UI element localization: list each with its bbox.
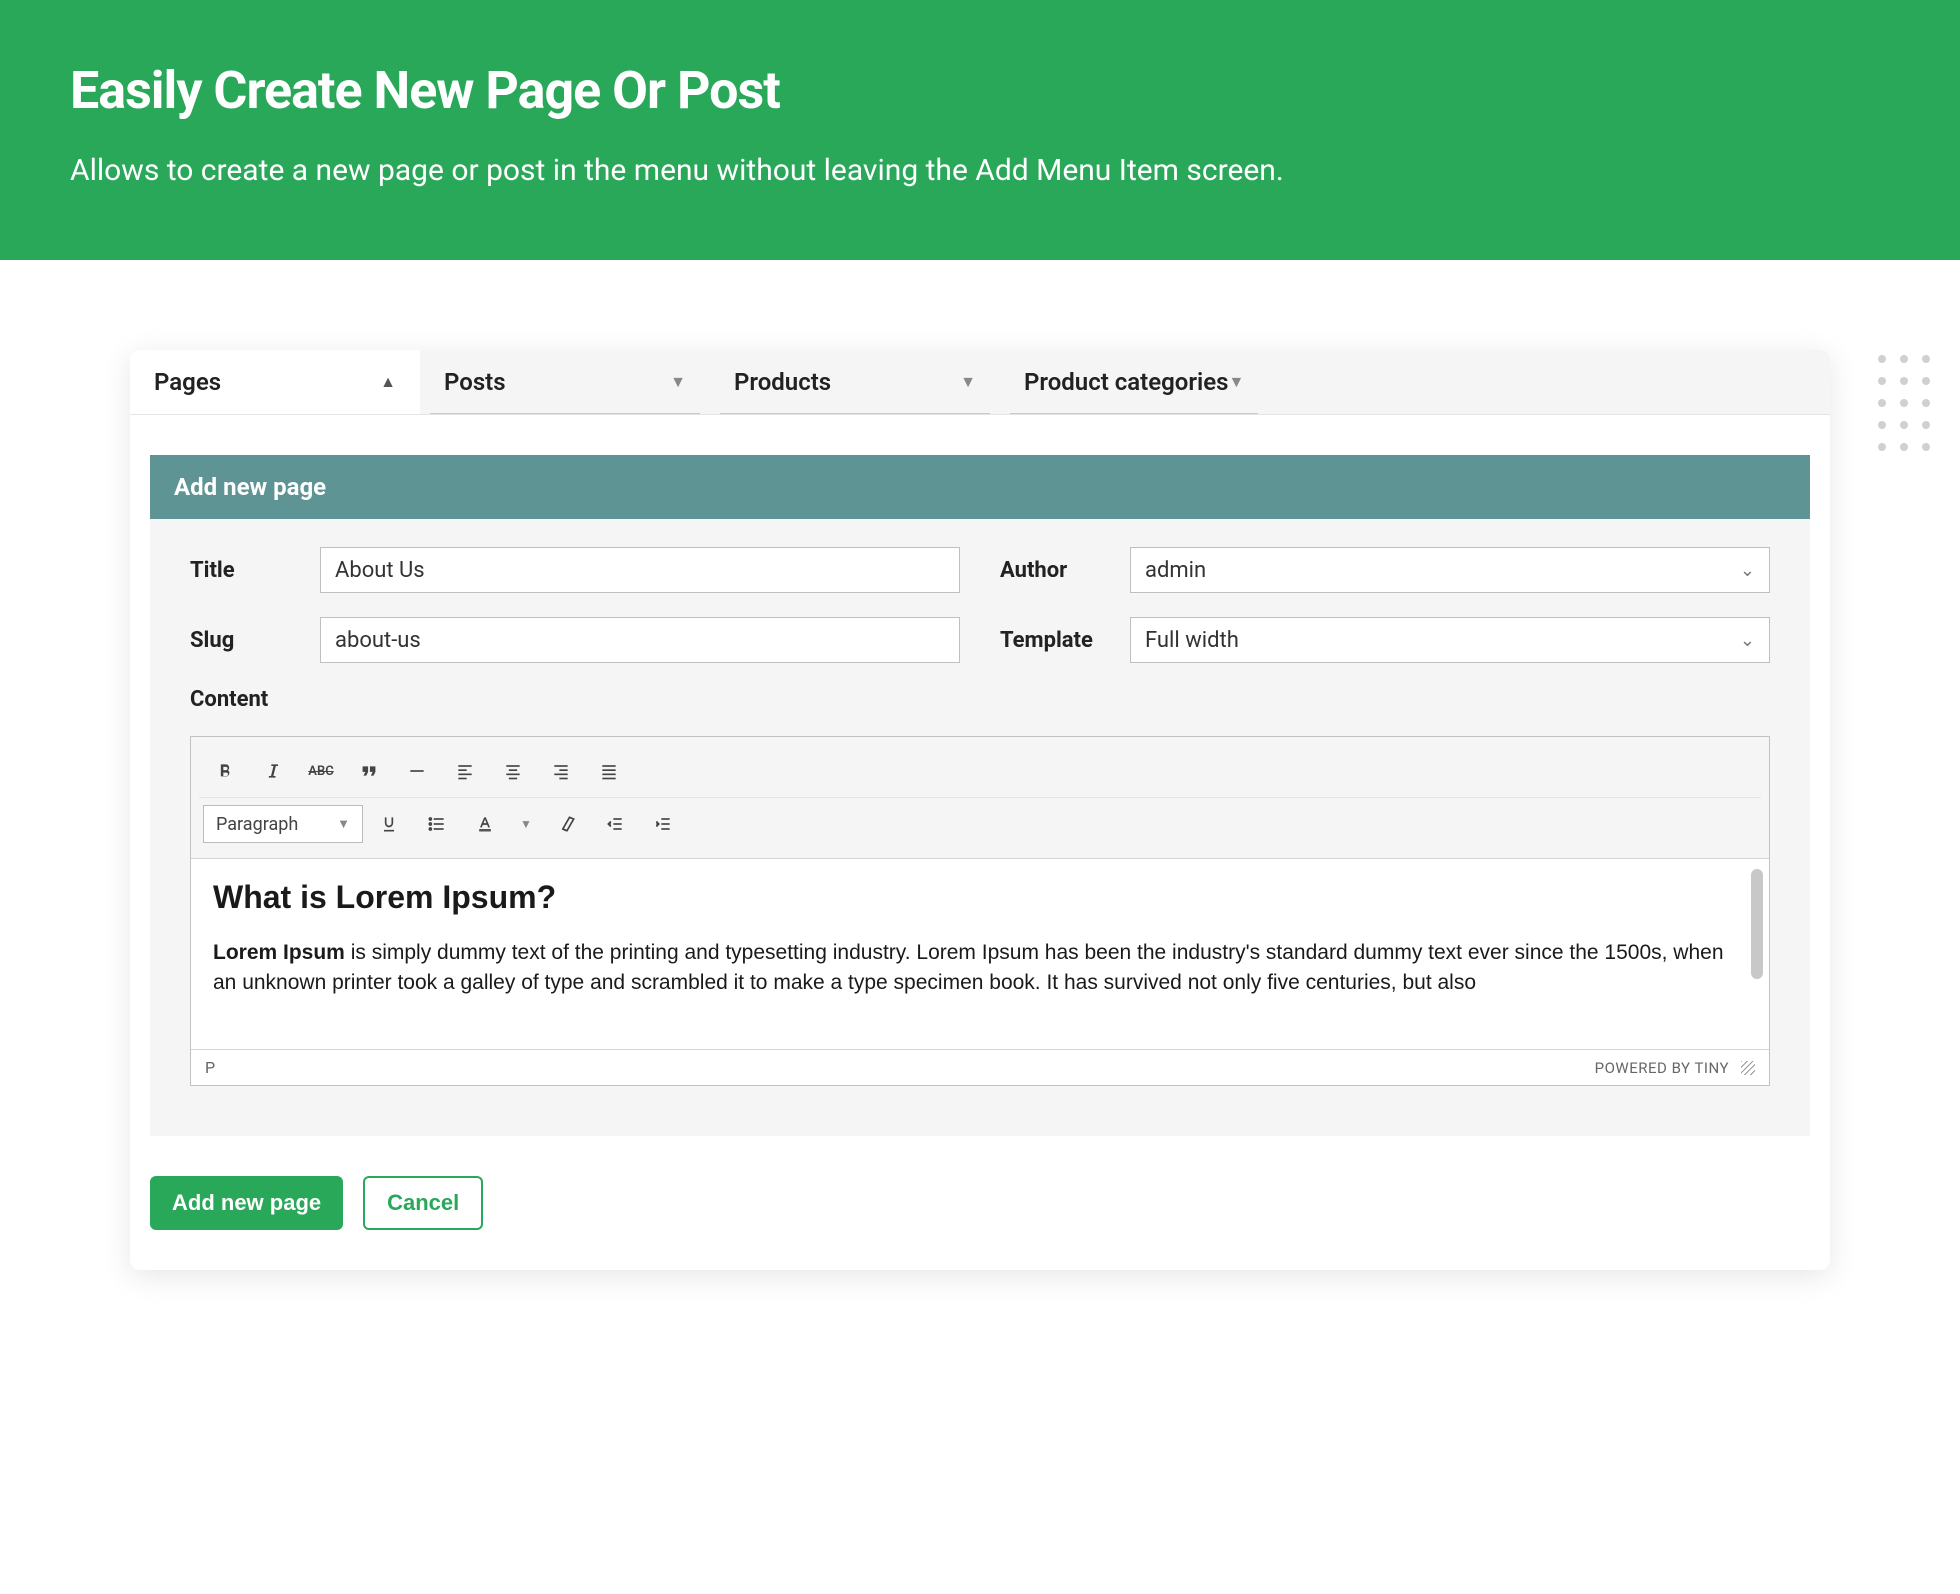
author-label: Author bbox=[1000, 558, 1130, 583]
content-type-tabs: Pages ▲ Posts ▼ Products ▼ Product categ… bbox=[130, 350, 1830, 415]
clear-formatting-button[interactable] bbox=[545, 804, 589, 844]
author-selected: admin bbox=[1145, 558, 1206, 583]
chevron-down-icon: ⌄ bbox=[1740, 560, 1755, 581]
content-paragraph: Lorem Ipsum is simply dummy text of the … bbox=[213, 938, 1747, 999]
hero-title: Easily Create New Page Or Post bbox=[70, 60, 1890, 121]
chevron-down-icon: ⌄ bbox=[1740, 630, 1755, 651]
block-format-select[interactable]: Paragraph ▼ bbox=[203, 805, 363, 843]
title-input[interactable] bbox=[320, 547, 960, 593]
caret-down-icon: ▼ bbox=[960, 372, 976, 392]
tab-products[interactable]: Products ▼ bbox=[710, 350, 1000, 414]
editor-path: P bbox=[205, 1058, 215, 1077]
template-selected: Full width bbox=[1145, 628, 1239, 653]
slug-input[interactable] bbox=[320, 617, 960, 663]
tab-label: Pages bbox=[154, 368, 221, 396]
text-color-dropdown[interactable]: ▼ bbox=[511, 804, 541, 844]
slug-label: Slug bbox=[190, 628, 320, 653]
tab-product-categories[interactable]: Product categories ▼ bbox=[1000, 350, 1268, 414]
bold-button[interactable] bbox=[203, 751, 247, 791]
caret-up-icon: ▲ bbox=[380, 372, 396, 392]
italic-button[interactable] bbox=[251, 751, 295, 791]
tab-pages[interactable]: Pages ▲ bbox=[130, 350, 420, 414]
template-select[interactable]: Full width ⌄ bbox=[1130, 617, 1770, 663]
template-label: Template bbox=[1000, 628, 1130, 653]
caret-down-icon: ▼ bbox=[337, 816, 350, 832]
wysiwyg-editor: ABC Paragraph ▼ bbox=[190, 736, 1770, 1086]
align-center-button[interactable] bbox=[491, 751, 535, 791]
align-right-button[interactable] bbox=[539, 751, 583, 791]
blockquote-button[interactable] bbox=[347, 751, 391, 791]
strikethrough-button[interactable]: ABC bbox=[299, 751, 343, 791]
block-format-value: Paragraph bbox=[216, 814, 298, 835]
author-select[interactable]: admin ⌄ bbox=[1130, 547, 1770, 593]
content-label: Content bbox=[190, 687, 1770, 712]
indent-button[interactable] bbox=[641, 804, 685, 844]
cancel-button[interactable]: Cancel bbox=[363, 1176, 483, 1230]
add-new-page-button[interactable]: Add new page bbox=[150, 1176, 343, 1230]
tab-label: Products bbox=[734, 368, 831, 396]
underline-button[interactable] bbox=[367, 804, 411, 844]
content-heading: What is Lorem Ipsum? bbox=[213, 879, 1747, 916]
editor-content[interactable]: What is Lorem Ipsum? Lorem Ipsum is simp… bbox=[191, 859, 1769, 1049]
bullet-list-button[interactable] bbox=[415, 804, 459, 844]
text-color-button[interactable] bbox=[463, 804, 507, 844]
title-label: Title bbox=[190, 558, 320, 583]
panel-title: Add new page bbox=[150, 455, 1810, 519]
align-left-button[interactable] bbox=[443, 751, 487, 791]
hero-banner: Easily Create New Page Or Post Allows to… bbox=[0, 0, 1960, 260]
align-justify-button[interactable] bbox=[587, 751, 631, 791]
tab-posts[interactable]: Posts ▼ bbox=[420, 350, 710, 414]
add-page-card: Pages ▲ Posts ▼ Products ▼ Product categ… bbox=[130, 350, 1830, 1270]
editor-toolbar: ABC Paragraph ▼ bbox=[191, 737, 1769, 859]
decorative-dots bbox=[1878, 355, 1930, 451]
caret-down-icon: ▼ bbox=[1228, 372, 1244, 392]
outdent-button[interactable] bbox=[593, 804, 637, 844]
tab-label: Product categories bbox=[1024, 368, 1228, 396]
powered-by-label: POWERED BY TINY bbox=[1595, 1059, 1729, 1077]
tab-label: Posts bbox=[444, 368, 506, 396]
hero-subtitle: Allows to create a new page or post in t… bbox=[70, 151, 1890, 190]
resize-handle-icon[interactable] bbox=[1741, 1061, 1755, 1075]
horizontal-rule-button[interactable] bbox=[395, 751, 439, 791]
caret-down-icon: ▼ bbox=[670, 372, 686, 392]
scrollbar-thumb[interactable] bbox=[1751, 869, 1763, 979]
